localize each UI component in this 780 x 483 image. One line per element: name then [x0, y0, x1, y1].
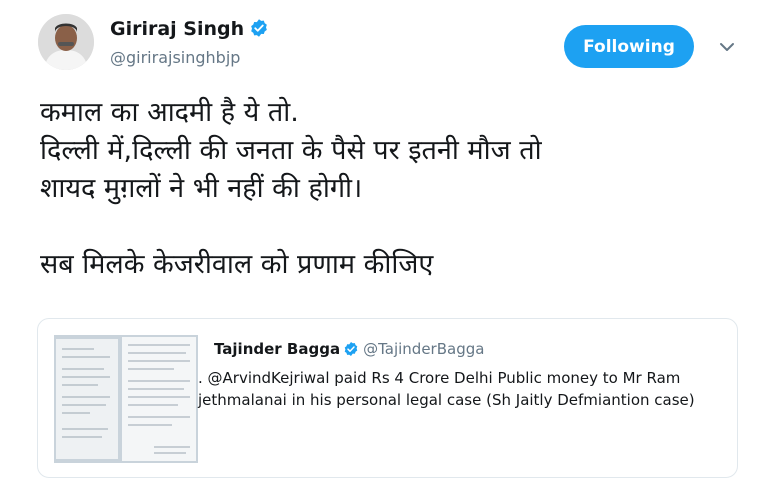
tweet-line: सब मिलके केजरीवाल को प्रणाम कीजिए — [40, 249, 434, 280]
chevron-down-icon[interactable] — [716, 36, 738, 58]
following-button[interactable]: Following — [564, 25, 694, 68]
author-name[interactable]: Giriraj Singh — [110, 18, 269, 40]
tweet-card: Giriraj Singh @girirajsinghbjp Following… — [0, 0, 780, 483]
quoted-author[interactable]: Tajinder Bagga @TajinderBagga — [214, 340, 484, 358]
tweet-line: शायद मुग़लों ने भी नहीं की होगी। — [40, 173, 363, 204]
quoted-author-handle[interactable]: @TajinderBagga — [363, 340, 484, 358]
author-handle[interactable]: @girirajsinghbjp — [110, 48, 240, 67]
quoted-author-name[interactable]: Tajinder Bagga — [214, 340, 340, 358]
verified-badge-icon — [344, 342, 358, 356]
quoted-tweet-text: . @ArvindKejriwal paid Rs 4 Crore Delhi … — [198, 369, 695, 409]
quoted-tweet[interactable]: Tajinder Bagga @TajinderBagga . @ArvindKe… — [37, 318, 738, 478]
avatar[interactable] — [38, 14, 94, 70]
author-name-text[interactable]: Giriraj Singh — [110, 18, 244, 40]
verified-badge-icon — [251, 19, 268, 37]
tweet-line: दिल्ली में,दिल्ली की जनता के पैसे पर इतन… — [40, 135, 542, 166]
quoted-tweet-image[interactable] — [54, 335, 198, 463]
tweet-text: कमाल का आदमी है ये तो. दिल्ली में,दिल्ली… — [40, 94, 760, 284]
tweet-line: कमाल का आदमी है ये तो. — [40, 97, 299, 128]
